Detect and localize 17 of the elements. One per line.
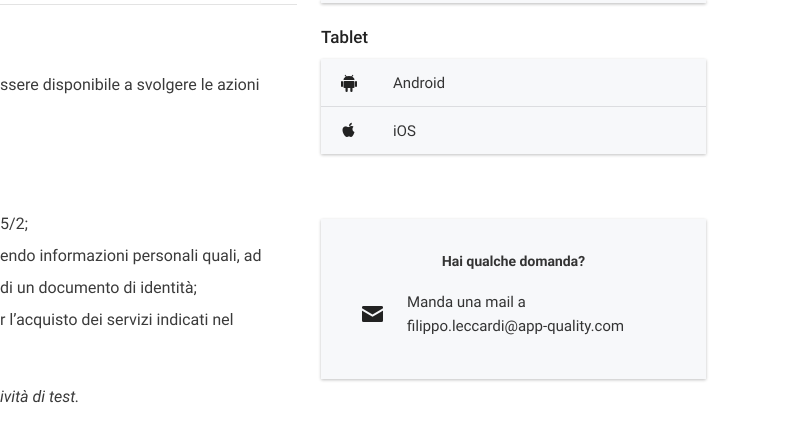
paragraph-line: di un documento di identità; [0,277,198,299]
contact-text: filippo.leccardi@app-quality.com [407,316,624,337]
paragraph-line: endo informazioni personali quali, ad [0,245,262,267]
mail-icon [362,306,383,322]
android-icon [341,74,357,92]
paragraph-line: r l’acquisto dei servizi indicati nel [0,309,235,331]
apple-icon [341,122,357,140]
device-label: Android [393,74,446,92]
section-heading: Tablet [321,27,370,49]
contact-title: Hai qualche domanda? [442,254,586,270]
device-row[interactable]: Android [321,59,706,106]
device-label: iOS [393,122,416,140]
paragraph-line: ività di test. [0,386,80,408]
device-row[interactable]: iOS [321,106,706,154]
paragraph-line: 5/2; [0,213,29,235]
contact-text: Manda una mail a [407,292,527,313]
paragraph-line: ssere disponibile a svolgere le azioni [0,74,260,96]
